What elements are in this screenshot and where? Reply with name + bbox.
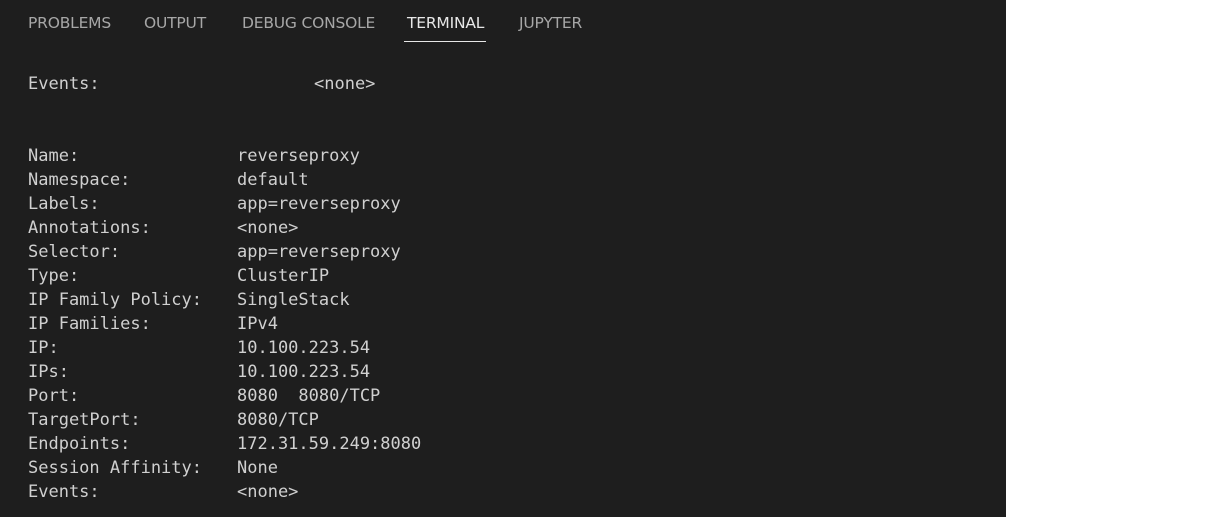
terminal-value: None	[237, 458, 278, 478]
terminal-key: IP:	[28, 338, 59, 358]
terminal-line-selector: Selector: app=reverseproxy	[28, 240, 401, 264]
terminal-line-namespace: Namespace: default	[28, 168, 309, 192]
terminal-value: 10.100.223.54	[237, 362, 371, 382]
terminal-key: Type:	[28, 266, 80, 286]
terminal-line-type: Type: ClusterIP	[28, 264, 329, 288]
terminal-value: SingleStack	[237, 290, 350, 310]
tab-terminal[interactable]: TERMINAL	[407, 13, 484, 33]
terminal-line-events-top: Events: <none>	[28, 72, 375, 96]
terminal-key: Session Affinity:	[28, 458, 202, 478]
terminal-value: 8080/TCP	[237, 410, 319, 430]
terminal-value: 172.31.59.249:8080	[237, 434, 422, 454]
terminal-value: <none>	[314, 74, 376, 94]
terminal-value: app=reverseproxy	[237, 194, 401, 214]
terminal-line-session-affinity: Session Affinity: None	[28, 456, 278, 480]
terminal-value: app=reverseproxy	[237, 242, 401, 262]
terminal-value: <none>	[237, 482, 299, 502]
terminal-value: 8080 8080/TCP	[237, 386, 381, 406]
terminal-value: 10.100.223.54	[237, 338, 371, 358]
terminal-line-ips: IPs: 10.100.223.54	[28, 360, 370, 384]
terminal-key: IPs:	[28, 362, 69, 382]
terminal-key: Endpoints:	[28, 434, 131, 454]
tab-jupyter[interactable]: JUPYTER	[519, 13, 582, 33]
terminal-key: Name:	[28, 146, 80, 166]
terminal-line-ip-families: IP Families: IPv4	[28, 312, 278, 336]
terminal-key: Events:	[28, 74, 100, 94]
terminal-line-labels: Labels: app=reverseproxy	[28, 192, 401, 216]
terminal-line-annotations: Annotations: <none>	[28, 216, 298, 240]
terminal-value: ClusterIP	[237, 266, 330, 286]
terminal-line-ip-family-policy: IP Family Policy: SingleStack	[28, 288, 350, 312]
panel: PROBLEMS OUTPUT DEBUG CONSOLE TERMINAL J…	[0, 0, 1006, 517]
terminal-line-target-port: TargetPort: 8080/TCP	[28, 408, 319, 432]
terminal-line-events: Events: <none>	[28, 480, 298, 504]
terminal-output[interactable]: Events: <none> Name: reverseproxy Namesp…	[0, 46, 1006, 517]
terminal-key: Selector:	[28, 242, 121, 262]
terminal-key: Labels:	[28, 194, 100, 214]
terminal-value: default	[237, 170, 309, 190]
terminal-key: Port:	[28, 386, 80, 406]
tab-problems[interactable]: PROBLEMS	[28, 13, 111, 33]
tab-output[interactable]: OUTPUT	[144, 13, 206, 33]
terminal-key: IP Family Policy:	[28, 290, 202, 310]
terminal-value: reverseproxy	[237, 146, 360, 166]
panel-tab-bar: PROBLEMS OUTPUT DEBUG CONSOLE TERMINAL J…	[0, 0, 1006, 46]
terminal-line-ip: IP: 10.100.223.54	[28, 336, 370, 360]
terminal-key: TargetPort:	[28, 410, 141, 430]
terminal-value: IPv4	[237, 314, 278, 334]
terminal-key: Namespace:	[28, 170, 131, 190]
terminal-line-port: Port: 8080 8080/TCP	[28, 384, 380, 408]
terminal-key: IP Families:	[28, 314, 151, 334]
terminal-line-endpoints: Endpoints: 172.31.59.249:8080	[28, 432, 421, 456]
terminal-key: Annotations:	[28, 218, 151, 238]
terminal-line-name: Name: reverseproxy	[28, 144, 360, 168]
terminal-value: <none>	[237, 218, 299, 238]
active-tab-indicator	[404, 41, 486, 42]
tab-debug-console[interactable]: DEBUG CONSOLE	[242, 13, 375, 33]
terminal-key: Events:	[28, 482, 100, 502]
